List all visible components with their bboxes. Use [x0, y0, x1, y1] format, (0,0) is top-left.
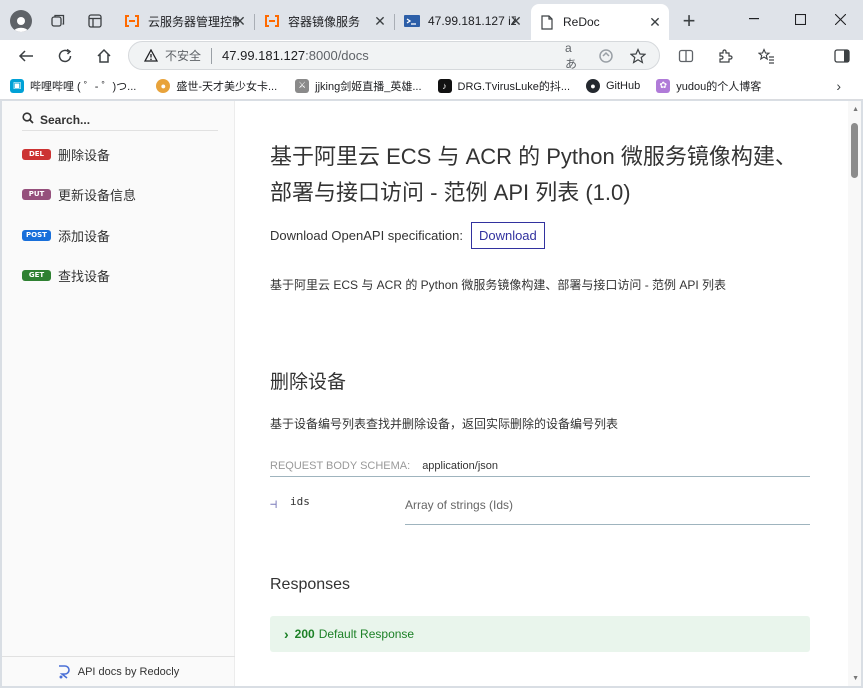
download-button[interactable]: Download — [470, 222, 545, 249]
schema-label: REQUEST BODY SCHEMA: — [270, 459, 411, 472]
sidebar: DEL 删除设备 PUT 更新设备信息 POST 添加设备 GET 查找设备 A… — [2, 101, 235, 686]
bookmark-github[interactable]: ● GitHub — [586, 78, 640, 93]
favorite-star-icon[interactable] — [629, 47, 647, 65]
api-description: 基于阿里云 ECS 与 ACR 的 Python 微服务镜像构建、部署与接口访问… — [270, 278, 727, 292]
sword-icon: ⚔ — [295, 78, 310, 93]
blog-icon: ✿ — [656, 78, 671, 93]
schema-content-type: application/json — [422, 459, 499, 472]
bookmark-bilibili[interactable]: ▣ 哔哩哔哩 ( ゜- ゜)つ... — [10, 78, 136, 94]
vertical-scrollbar[interactable]: ▲ ▼ — [848, 101, 861, 686]
back-arrow-icon[interactable] — [12, 42, 40, 70]
tab-title: 容器镜像服务 — [288, 14, 361, 29]
tab-actions-icon[interactable] — [82, 8, 108, 34]
sidebar-item-delete-device[interactable]: DEL 删除设备 — [22, 144, 110, 164]
tiktok-icon: ♪ — [437, 78, 452, 93]
powered-by-redocly-link[interactable]: API docs by Redocly — [2, 656, 235, 686]
close-icon[interactable]: ✕ — [508, 13, 524, 29]
download-label: Download OpenAPI specification: — [270, 228, 463, 243]
tab-redoc[interactable]: ReDoc ✕ — [531, 4, 669, 40]
download-section: Download OpenAPI specification: Download — [270, 222, 545, 249]
aliyun-icon — [264, 13, 280, 29]
bookmark-yudou-blog[interactable]: ✿ yudou的个人博客 — [656, 78, 761, 94]
extensions-puzzle-icon[interactable] — [711, 42, 739, 70]
translate-icon[interactable] — [597, 47, 615, 65]
search-input[interactable] — [40, 112, 200, 127]
chevron-right-icon: › — [284, 626, 289, 642]
operation-title: 删除设备 — [270, 372, 347, 393]
bookmarks-bar: ▣ 哔哩哔哩 ( ゜- ゜)つ... ● 盛世-天才美少女卡... ⚔ jjking剑… — [0, 72, 863, 100]
home-icon[interactable] — [90, 42, 118, 70]
avatar-icon: ● — [156, 78, 171, 93]
tab-title: 47.99.181.127 iZb — [428, 14, 516, 28]
tab-title: 云服务器管理控制台 — [148, 14, 240, 29]
sidebar-item-label: 删除设备 — [58, 147, 111, 163]
tab-terminal[interactable]: 47.99.181.127 iZb ✕ — [396, 6, 530, 36]
profile-avatar-icon[interactable] — [8, 8, 34, 34]
sidebar-item-update-device[interactable]: PUT 更新设备信息 — [22, 184, 136, 204]
method-badge-put: PUT — [22, 188, 51, 200]
responses-title: Responses — [270, 576, 351, 593]
warning-triangle-icon[interactable] — [143, 48, 159, 64]
tab-title: ReDoc — [563, 15, 600, 29]
response-200-toggle[interactable]: › 200 Default Response — [270, 616, 810, 652]
split-screen-icon[interactable] — [672, 42, 700, 70]
response-code: 200 — [294, 627, 315, 641]
navigation-toolbar: 不安全 47.99.181.127:8000/docs aあ — [0, 40, 863, 72]
search-box — [22, 109, 218, 131]
read-aloud-icon[interactable]: aあ — [565, 41, 583, 71]
security-status[interactable]: 不安全 — [165, 47, 201, 64]
refresh-icon[interactable] — [51, 42, 79, 70]
sidebar-item-label: 添加设备 — [58, 228, 111, 244]
bookmark-jjking[interactable]: ⚔ jjking剑姬直播_英雄... — [295, 78, 422, 94]
terminal-icon — [404, 13, 420, 29]
bookmark-douyin[interactable]: ♪ DRG.TvirusLuke的抖... — [437, 78, 570, 94]
scroll-up-arrow-icon[interactable]: ▲ — [852, 106, 859, 113]
sidebar-item-find-device[interactable]: GET 查找设备 — [22, 265, 110, 285]
property-name: ids — [290, 495, 310, 508]
minimize-icon[interactable] — [731, 6, 777, 32]
property-type: Array of strings (Ids) — [405, 498, 514, 512]
response-text: Default Response — [318, 627, 415, 641]
favorites-list-icon[interactable] — [752, 42, 780, 70]
method-badge-post: POST — [22, 229, 51, 241]
powered-by-text: API docs by Redocly — [77, 665, 180, 678]
page-title: 基于阿里云 ECS 与 ACR 的 Python 微服务镜像构建、部署与接口访问… — [270, 144, 797, 205]
sidebar-item-label: 更新设备信息 — [58, 187, 137, 203]
url-path: :8000/docs — [305, 48, 369, 63]
schema-property-row: ⊣ ids Array of strings (Ids) — [270, 495, 810, 525]
page-icon — [539, 14, 555, 30]
tab-bar: 云服务器管理控制台 ✕ 容器镜像服务 ✕ 47.99.181.127 iZb ✕… — [0, 0, 863, 40]
aliyun-icon — [124, 13, 140, 29]
sidebar-toggle-icon[interactable] — [828, 42, 856, 70]
redocly-logo-icon — [58, 664, 72, 679]
tab-ecs-console[interactable]: 云服务器管理控制台 ✕ — [116, 6, 255, 36]
url-host: 47.99.181.127 — [222, 48, 306, 63]
tree-branch-icon: ⊣ — [270, 497, 278, 511]
new-tab-plus-icon[interactable]: + — [676, 8, 702, 34]
chevron-right-icon[interactable]: › — [836, 78, 841, 94]
tab-container-registry[interactable]: 容器镜像服务 ✕ — [256, 6, 395, 36]
method-badge-get: GET — [22, 269, 51, 281]
github-icon: ● — [586, 78, 600, 93]
scrollbar-thumb[interactable] — [851, 123, 858, 178]
close-icon[interactable]: ✕ — [232, 13, 248, 29]
close-icon[interactable]: ✕ — [647, 14, 663, 30]
sidebar-item-label: 查找设备 — [58, 268, 111, 284]
redoc-page: DEL 删除设备 PUT 更新设备信息 POST 添加设备 GET 查找设备 A… — [2, 101, 861, 686]
workspaces-icon[interactable] — [45, 8, 71, 34]
close-icon[interactable]: ✕ — [372, 13, 388, 29]
bilibili-icon: ▣ — [10, 78, 24, 93]
bookmark-shengshi[interactable]: ● 盛世-天才美少女卡... — [156, 78, 277, 94]
address-bar[interactable]: 不安全 47.99.181.127:8000/docs aあ — [128, 41, 660, 71]
search-icon — [22, 111, 34, 129]
scroll-down-arrow-icon[interactable]: ▼ — [852, 675, 859, 682]
request-body-schema-header: REQUEST BODY SCHEMA: application/json — [270, 455, 810, 477]
sidebar-item-add-device[interactable]: POST 添加设备 — [22, 225, 110, 245]
close-window-icon[interactable] — [817, 6, 863, 32]
operation-description: 基于设备编号列表查找并删除设备，返回实际删除的设备编号列表 — [270, 417, 619, 431]
method-badge-del: DEL — [22, 148, 51, 160]
